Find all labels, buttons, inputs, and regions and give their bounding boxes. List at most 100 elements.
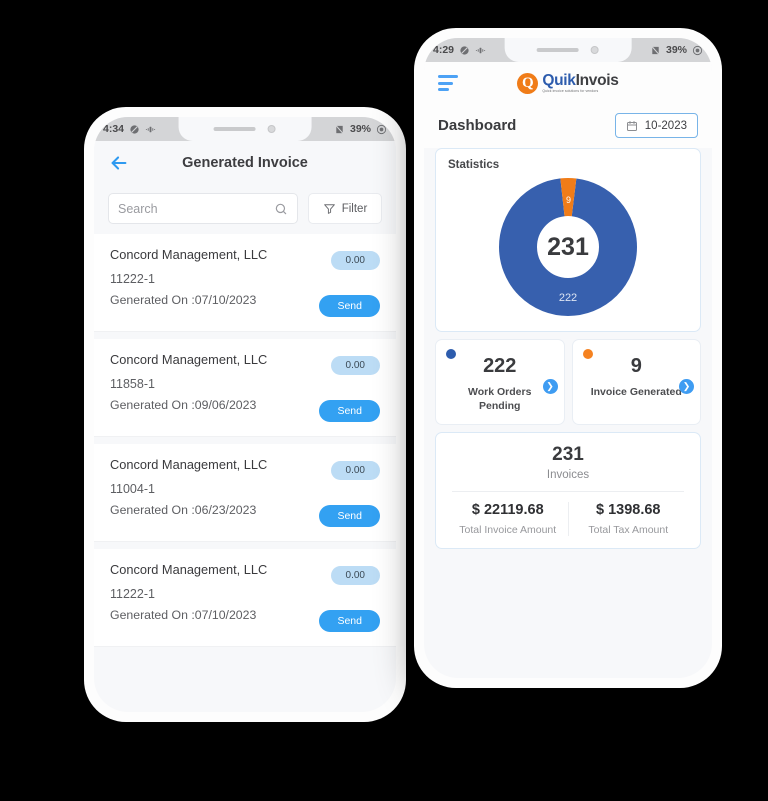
app-logo: Q QuikInvois Quick invoice solutions for… bbox=[424, 72, 712, 94]
left-phone-screen: 4:34 39% Generated Invoice Search Filter… bbox=[94, 117, 396, 712]
summary-invoice-count-label: Invoices bbox=[546, 469, 590, 482]
total-invoice-amount-label: Total Invoice Amount bbox=[459, 524, 557, 537]
front-camera bbox=[268, 125, 276, 133]
invoice-number: 11222-1 bbox=[110, 271, 155, 286]
right-phone-screen: 4:29 39% Q QuikInvois Quick invoice solu… bbox=[424, 38, 712, 678]
statistics-title: Statistics bbox=[448, 159, 500, 171]
invoice-list-item[interactable]: Concord Management, LLC 11222-1 Generate… bbox=[94, 234, 396, 332]
donut-label-work-orders: 222 bbox=[558, 292, 578, 304]
invoice-number: 11004-1 bbox=[110, 481, 155, 496]
earpiece-speaker bbox=[214, 127, 256, 131]
donut-chart: 231 9 222 bbox=[436, 171, 700, 331]
battery-icon bbox=[692, 45, 703, 55]
no-sim-icon bbox=[651, 45, 660, 55]
invoice-list-item[interactable]: Concord Management, LLC 11858-1 Generate… bbox=[94, 339, 396, 437]
invoice-client-name: Concord Management, LLC bbox=[110, 247, 268, 262]
no-sim-icon bbox=[335, 124, 344, 134]
hamburger-menu-icon[interactable] bbox=[438, 75, 458, 91]
invoice-list-item[interactable]: Concord Management, LLC 11222-1 Generate… bbox=[94, 549, 396, 647]
total-tax-amount-label: Total Tax Amount bbox=[588, 524, 669, 537]
invoice-amount-badge: 0.00 bbox=[330, 251, 380, 270]
status-left-group: 4:29 bbox=[433, 44, 486, 56]
vibrate-icon bbox=[475, 47, 486, 53]
invoice-list: Concord Management, LLC 11222-1 Generate… bbox=[94, 234, 396, 660]
battery-icon bbox=[376, 124, 387, 134]
invoice-client-name: Concord Management, LLC bbox=[110, 352, 268, 367]
total-tax-amount: $ 1398.68 bbox=[595, 502, 661, 519]
legend-dot-blue bbox=[446, 349, 456, 359]
statistics-panel: Statistics 231 9 222 bbox=[435, 148, 701, 332]
chevron-right-icon[interactable]: ❯ bbox=[679, 378, 694, 394]
page-title: Generated Invoice bbox=[182, 155, 308, 171]
phone-left: 4:34 39% Generated Invoice Search Filter… bbox=[84, 107, 406, 722]
invoice-client-name: Concord Management, LLC bbox=[110, 457, 268, 472]
status-left-group: 4:34 bbox=[103, 123, 156, 135]
legend-dot-orange bbox=[582, 349, 593, 359]
circle-slash-icon bbox=[460, 45, 469, 55]
total-invoice-amount: $ 22119.68 bbox=[471, 502, 544, 519]
invoice-list-item[interactable]: Concord Management, LLC 11004-1 Generate… bbox=[94, 444, 396, 542]
logo-text: QuikInvois Quick invoice solutions for v… bbox=[542, 72, 619, 93]
status-right-group: 39% bbox=[650, 44, 703, 56]
logo-wordmark: QuikInvois bbox=[542, 72, 619, 90]
hamburger-line bbox=[438, 75, 458, 78]
invoice-amount-badge: 0.00 bbox=[330, 461, 380, 480]
left-status-bar: 4:34 39% bbox=[94, 117, 396, 141]
logo-tagline: Quick invoice solutions for vendors bbox=[542, 88, 599, 93]
send-button[interactable]: Send bbox=[319, 505, 380, 527]
send-button[interactable]: Send bbox=[319, 610, 380, 632]
search-input[interactable]: Search bbox=[108, 193, 298, 224]
donut-graphic: 231 9 222 bbox=[498, 177, 638, 317]
hamburger-line bbox=[438, 81, 453, 85]
stat-label: Invoice Generated bbox=[590, 386, 682, 398]
phone-right: 4:29 39% Q QuikInvois Quick invoice solu… bbox=[414, 28, 722, 688]
summary-total-invoice: $ 22119.68 Total Invoice Amount bbox=[448, 502, 568, 536]
vibrate-icon bbox=[145, 126, 156, 132]
stat-card-invoice-generated[interactable]: 9 Invoice Generated ❯ bbox=[571, 339, 701, 426]
divider bbox=[452, 491, 684, 493]
summary-total-tax: $ 1398.68 Total Tax Amount bbox=[567, 502, 689, 537]
summary-content: 231 Invoices $ 22119.68 Total Invoice Am… bbox=[436, 433, 700, 548]
hamburger-line bbox=[438, 88, 449, 91]
arrow-left-icon[interactable] bbox=[108, 152, 130, 174]
status-right-group: 39% bbox=[334, 123, 387, 135]
filter-button[interactable]: Filter bbox=[308, 193, 382, 224]
logo-part-quik: Quik bbox=[542, 72, 576, 90]
donut-label-invoices: 9 bbox=[566, 195, 572, 205]
chevron-right-icon[interactable]: ❯ bbox=[542, 378, 558, 394]
dashboard-title: Dashboard bbox=[438, 117, 517, 134]
stat-value: 222 bbox=[483, 355, 517, 377]
date-picker-value: 10-2023 bbox=[644, 119, 687, 132]
circle-slash-icon bbox=[130, 124, 139, 134]
status-time: 4:29 bbox=[433, 44, 455, 56]
earpiece-speaker bbox=[537, 48, 579, 52]
stat-value: 9 bbox=[630, 355, 642, 377]
stat-card-work-orders[interactable]: 222 Work Orders Pending ❯ bbox=[435, 339, 565, 426]
logo-part-invois: Invois bbox=[575, 72, 619, 90]
date-picker[interactable]: 10-2023 bbox=[614, 113, 698, 138]
notch bbox=[178, 117, 312, 141]
invoice-number: 11222-1 bbox=[110, 586, 155, 601]
left-app-header: Generated Invoice bbox=[94, 141, 396, 185]
send-button[interactable]: Send bbox=[319, 295, 380, 317]
screenshot-stage: 4:34 39% Generated Invoice Search Filter… bbox=[0, 0, 768, 801]
battery-percent: 39% bbox=[665, 44, 687, 56]
invoice-client-name: Concord Management, LLC bbox=[110, 562, 268, 577]
dashboard-header-row: Dashboard 10-2023 bbox=[424, 104, 712, 148]
calendar-icon bbox=[626, 120, 637, 131]
front-camera bbox=[591, 46, 599, 54]
send-button[interactable]: Send bbox=[319, 400, 380, 422]
invoice-number: 11858-1 bbox=[110, 376, 155, 391]
search-placeholder: Search bbox=[118, 201, 158, 216]
search-icon bbox=[275, 203, 287, 214]
logo-mark-icon: Q bbox=[517, 72, 539, 94]
search-filter-row: Search Filter bbox=[94, 185, 396, 234]
battery-percent: 39% bbox=[349, 123, 371, 135]
filter-label: Filter bbox=[341, 202, 368, 215]
status-time: 4:34 bbox=[103, 123, 125, 135]
invoice-summary-panel: 231 Invoices $ 22119.68 Total Invoice Am… bbox=[435, 432, 701, 550]
invoice-amount-badge: 0.00 bbox=[330, 566, 380, 585]
summary-invoice-count: 231 bbox=[552, 444, 584, 466]
funnel-icon bbox=[323, 204, 335, 214]
app-top-bar: Q QuikInvois Quick invoice solutions for… bbox=[424, 62, 712, 104]
